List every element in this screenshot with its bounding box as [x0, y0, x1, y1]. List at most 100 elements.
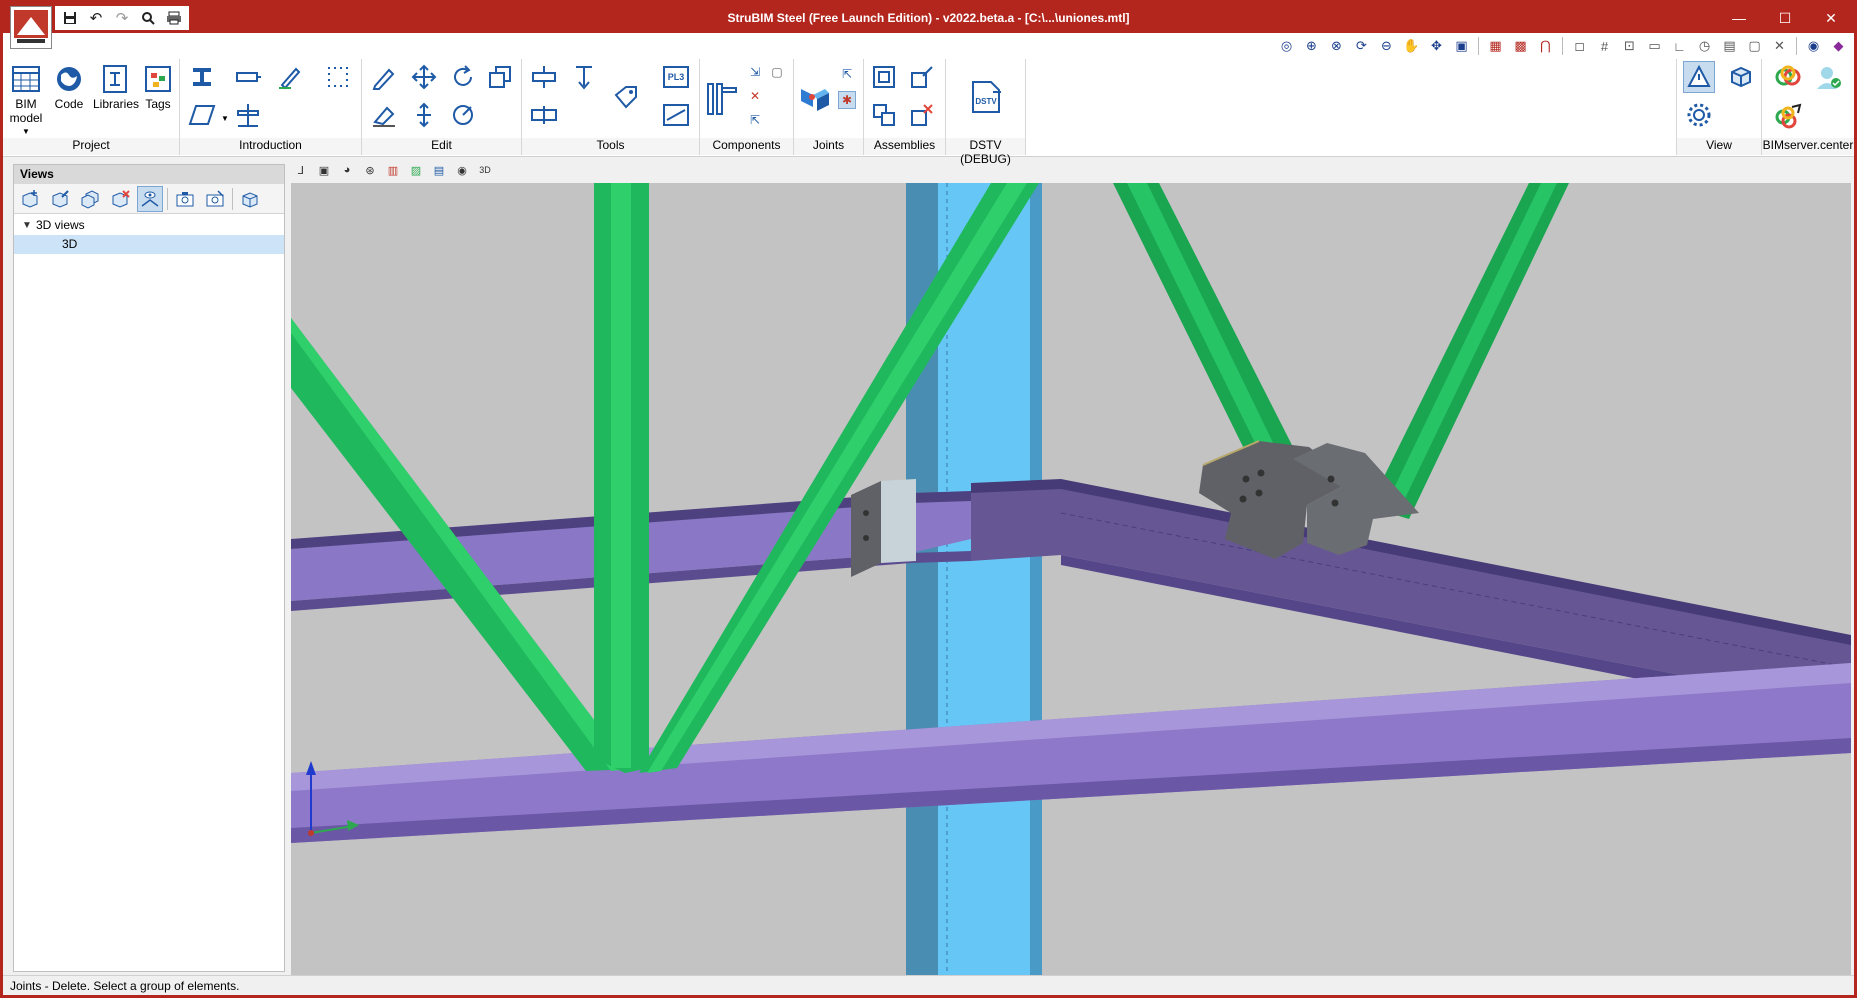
zoom-out-icon[interactable]: ⊖	[1375, 35, 1398, 57]
tags-button[interactable]: Tags	[139, 63, 177, 111]
group-label-dstv: DSTV (DEBUG)	[946, 138, 1025, 166]
window-view-icon[interactable]: ▣	[1450, 35, 1473, 57]
assembly-edit-icon[interactable]	[906, 61, 938, 93]
libraries-button[interactable]: Libraries	[93, 63, 139, 111]
app-logo[interactable]	[10, 6, 52, 49]
capture-view-icon[interactable]	[172, 186, 198, 212]
plate-drawing-icon[interactable]	[660, 99, 692, 131]
grid-snap-icon[interactable]: #	[1593, 35, 1616, 57]
close-button[interactable]: ✕	[1808, 3, 1854, 33]
point-snap-icon[interactable]: ⊡	[1618, 35, 1641, 57]
tag-icon[interactable]	[610, 81, 642, 113]
group-label-introduction: Introduction	[180, 138, 361, 155]
zoom-window-icon[interactable]: ⊕	[1300, 35, 1323, 57]
copy-icon[interactable]	[484, 61, 516, 93]
pen-draw-icon[interactable]	[274, 61, 306, 93]
view-3d-icon[interactable]: 3D	[476, 161, 494, 179]
joint-delete-icon[interactable]: ✱	[838, 91, 856, 109]
column-insert-icon[interactable]	[232, 99, 264, 131]
view-eye-icon[interactable]	[137, 185, 163, 212]
add-view-icon[interactable]	[17, 186, 43, 212]
tree-node-label: 3D views	[36, 218, 85, 232]
split-icon[interactable]	[528, 99, 560, 131]
align-icon[interactable]	[528, 61, 560, 93]
move-icon[interactable]	[408, 61, 440, 93]
book-icon[interactable]: ◆	[1827, 35, 1850, 57]
pan-hand-icon[interactable]: ✋	[1400, 35, 1423, 57]
plate-pl3-icon[interactable]: PL3	[660, 61, 692, 93]
minimize-button[interactable]: —	[1716, 3, 1762, 33]
dimension-vertical-icon[interactable]	[568, 61, 600, 93]
delete-view-icon[interactable]	[107, 186, 133, 212]
orbit-view-icon[interactable]: ⊛	[361, 161, 379, 179]
bim-model-button[interactable]: BIM model ▼	[7, 63, 45, 139]
component-page-icon[interactable]: ▢	[768, 63, 786, 81]
green-vertical-tube[interactable]	[594, 183, 649, 773]
beam-insert-icon[interactable]	[232, 61, 264, 93]
refresh-icon[interactable]: ⟳	[1350, 35, 1373, 57]
separator	[1562, 37, 1563, 55]
assembly-create-icon[interactable]	[868, 61, 900, 93]
magnet-icon[interactable]: ⋂	[1534, 35, 1557, 57]
edit-pencil-icon[interactable]	[368, 61, 400, 93]
window-title: StruBIM Steel (Free Launch Edition) - v2…	[727, 11, 1130, 25]
steel-profile-icon[interactable]	[186, 61, 218, 93]
angle-icon[interactable]: ∟	[1668, 35, 1691, 57]
view-settings-gear-icon[interactable]	[1683, 99, 1715, 131]
capture-edit-icon[interactable]	[202, 186, 228, 212]
application-window: ↶ ↷ StruBIM Steel (Free Launch Edition) …	[0, 0, 1857, 998]
grid-red-icon[interactable]: ▦	[1484, 35, 1507, 57]
erase-icon[interactable]	[368, 99, 400, 131]
visibility-eye-icon[interactable]: ◉	[453, 161, 471, 179]
copy-view-icon[interactable]	[77, 186, 103, 212]
edit-view-icon[interactable]	[47, 186, 73, 212]
bimserver-sync-icon[interactable]	[1772, 61, 1804, 93]
plate-icon[interactable]	[186, 99, 218, 131]
section-red-icon[interactable]: ▥	[384, 161, 402, 179]
viewport-toolbar: ⅃ ▣ ◕ ⊛ ▥ ▨ ▤ ◉ 3D	[292, 159, 494, 181]
rotate-point-icon[interactable]	[447, 99, 479, 131]
code-button[interactable]: Code	[50, 63, 88, 111]
window-controls: — ☐ ✕	[1716, 3, 1854, 33]
globe-icon[interactable]: ◉	[1802, 35, 1825, 57]
grid-select-icon[interactable]: ▩	[1509, 35, 1532, 57]
clock-icon[interactable]: ◷	[1693, 35, 1716, 57]
view-cube-icon[interactable]	[1725, 61, 1757, 93]
3d-viewport[interactable]	[291, 183, 1851, 978]
tools-icon[interactable]: ✕	[1768, 35, 1791, 57]
orbit-icon[interactable]: ◎	[1275, 35, 1298, 57]
3d-model-canvas[interactable]	[291, 183, 1851, 978]
rotate-icon[interactable]	[447, 61, 479, 93]
joint-edit-icon[interactable]: ⇱	[838, 65, 856, 83]
move-vertical-icon[interactable]	[408, 99, 440, 131]
comment-icon[interactable]: ▢	[1743, 35, 1766, 57]
components-frame-icon[interactable]	[704, 79, 740, 119]
status-bar: Joints - Delete. Select a group of eleme…	[3, 975, 1854, 995]
component-add-icon[interactable]: ⇲	[746, 63, 764, 81]
user-avatar-icon[interactable]	[1812, 61, 1844, 93]
bimserver-share-icon[interactable]	[1772, 99, 1804, 131]
tree-node-3d-views[interactable]: ▼ 3D views	[14, 216, 284, 235]
assembly-delete-icon[interactable]	[906, 99, 938, 131]
axes-icon[interactable]: ⅃	[292, 161, 310, 179]
move-view-icon[interactable]: ✥	[1425, 35, 1448, 57]
maximize-button[interactable]: ☐	[1762, 3, 1808, 33]
dimension-icon[interactable]: ▭	[1643, 35, 1666, 57]
chevron-down-icon[interactable]: ▼	[22, 216, 36, 235]
component-edit-icon[interactable]: ⇱	[746, 111, 764, 129]
tree-item-3d[interactable]: 3D	[14, 235, 284, 254]
dstv-export-icon[interactable]: DSTV	[968, 79, 1004, 115]
render-mode-icon[interactable]: ◕	[338, 161, 356, 179]
view-warning-icon[interactable]	[1683, 61, 1715, 93]
assembly-split-icon[interactable]	[868, 99, 900, 131]
section-green-icon[interactable]: ▨	[407, 161, 425, 179]
joint-insert-icon[interactable]	[798, 79, 832, 115]
component-delete-icon[interactable]: ✕	[746, 87, 764, 105]
grid-points-icon[interactable]	[322, 61, 354, 93]
view-box-icon[interactable]	[237, 186, 263, 212]
section-blue-icon[interactable]: ▤	[430, 161, 448, 179]
calendar-icon[interactable]: ▤	[1718, 35, 1741, 57]
square-snap-icon[interactable]: □	[1568, 35, 1591, 57]
zoom-all-icon[interactable]: ⊗	[1325, 35, 1348, 57]
cube-view-icon[interactable]: ▣	[315, 161, 333, 179]
